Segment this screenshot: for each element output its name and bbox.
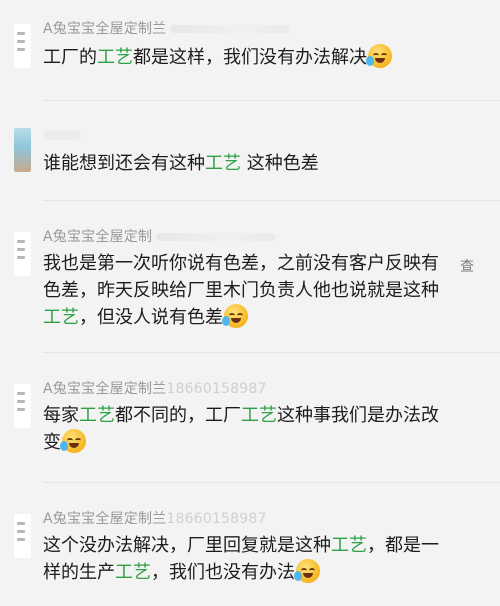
sender-name: A兔宝宝全屋定制兰 <box>43 18 291 38</box>
comment-text: 这个没办法解决，厂里回复就是这种工艺，都是一样的生产工艺，我们也没有办法 <box>43 535 439 583</box>
redacted-text <box>156 233 277 241</box>
logo-mark-icon <box>17 392 25 395</box>
side-link[interactable]: 查 <box>460 256 474 276</box>
divider <box>43 100 500 101</box>
comment-text: 我也是第一次听你说有色差，之前没有客户反映有色差，昨天反映给厂里木门负责人他也说… <box>43 253 439 328</box>
logo-mark-icon <box>17 408 25 411</box>
avatar[interactable] <box>14 24 31 68</box>
sender-name <box>43 130 81 140</box>
logo-mark-icon <box>17 32 25 35</box>
logo-mark-icon <box>17 240 25 243</box>
sender-name: A兔宝宝全屋定制兰18660158987 <box>43 511 267 527</box>
logo-mark-icon <box>17 538 25 541</box>
sender-name: A兔宝宝全屋定制 <box>43 226 277 246</box>
laugh-cry-emoji-icon <box>222 304 248 328</box>
comment-list: A兔宝宝全屋定制兰 工厂的工艺都是这样，我们没有办法解决 谁能想到还会有这种工艺… <box>0 0 500 606</box>
divider <box>43 482 500 483</box>
logo-mark-icon <box>17 248 25 251</box>
redacted-text <box>170 25 291 33</box>
avatar[interactable] <box>14 232 31 276</box>
avatar[interactable] <box>14 384 31 428</box>
divider <box>43 200 500 201</box>
laugh-cry-emoji-icon <box>294 559 320 583</box>
avatar[interactable] <box>14 514 31 558</box>
sender-name: A兔宝宝全屋定制兰18660158987 <box>43 381 267 397</box>
logo-mark-icon <box>17 530 25 533</box>
logo-mark-icon <box>17 522 25 525</box>
divider <box>43 352 500 353</box>
comment-text: 谁能想到还会有这种工艺 这种色差 <box>43 153 319 174</box>
laugh-cry-emoji-icon <box>366 44 392 68</box>
logo-mark-icon <box>17 40 25 43</box>
avatar[interactable] <box>14 128 31 172</box>
logo-mark-icon <box>17 400 25 403</box>
logo-mark-icon <box>17 256 25 259</box>
comment-text: 工厂的工艺都是这样，我们没有办法解决 <box>43 44 453 71</box>
logo-mark-icon <box>17 48 25 51</box>
laugh-cry-emoji-icon <box>60 429 86 453</box>
comment-text: 每家工艺都不同的，工厂工艺这种事我们是办法改变 <box>43 405 439 453</box>
